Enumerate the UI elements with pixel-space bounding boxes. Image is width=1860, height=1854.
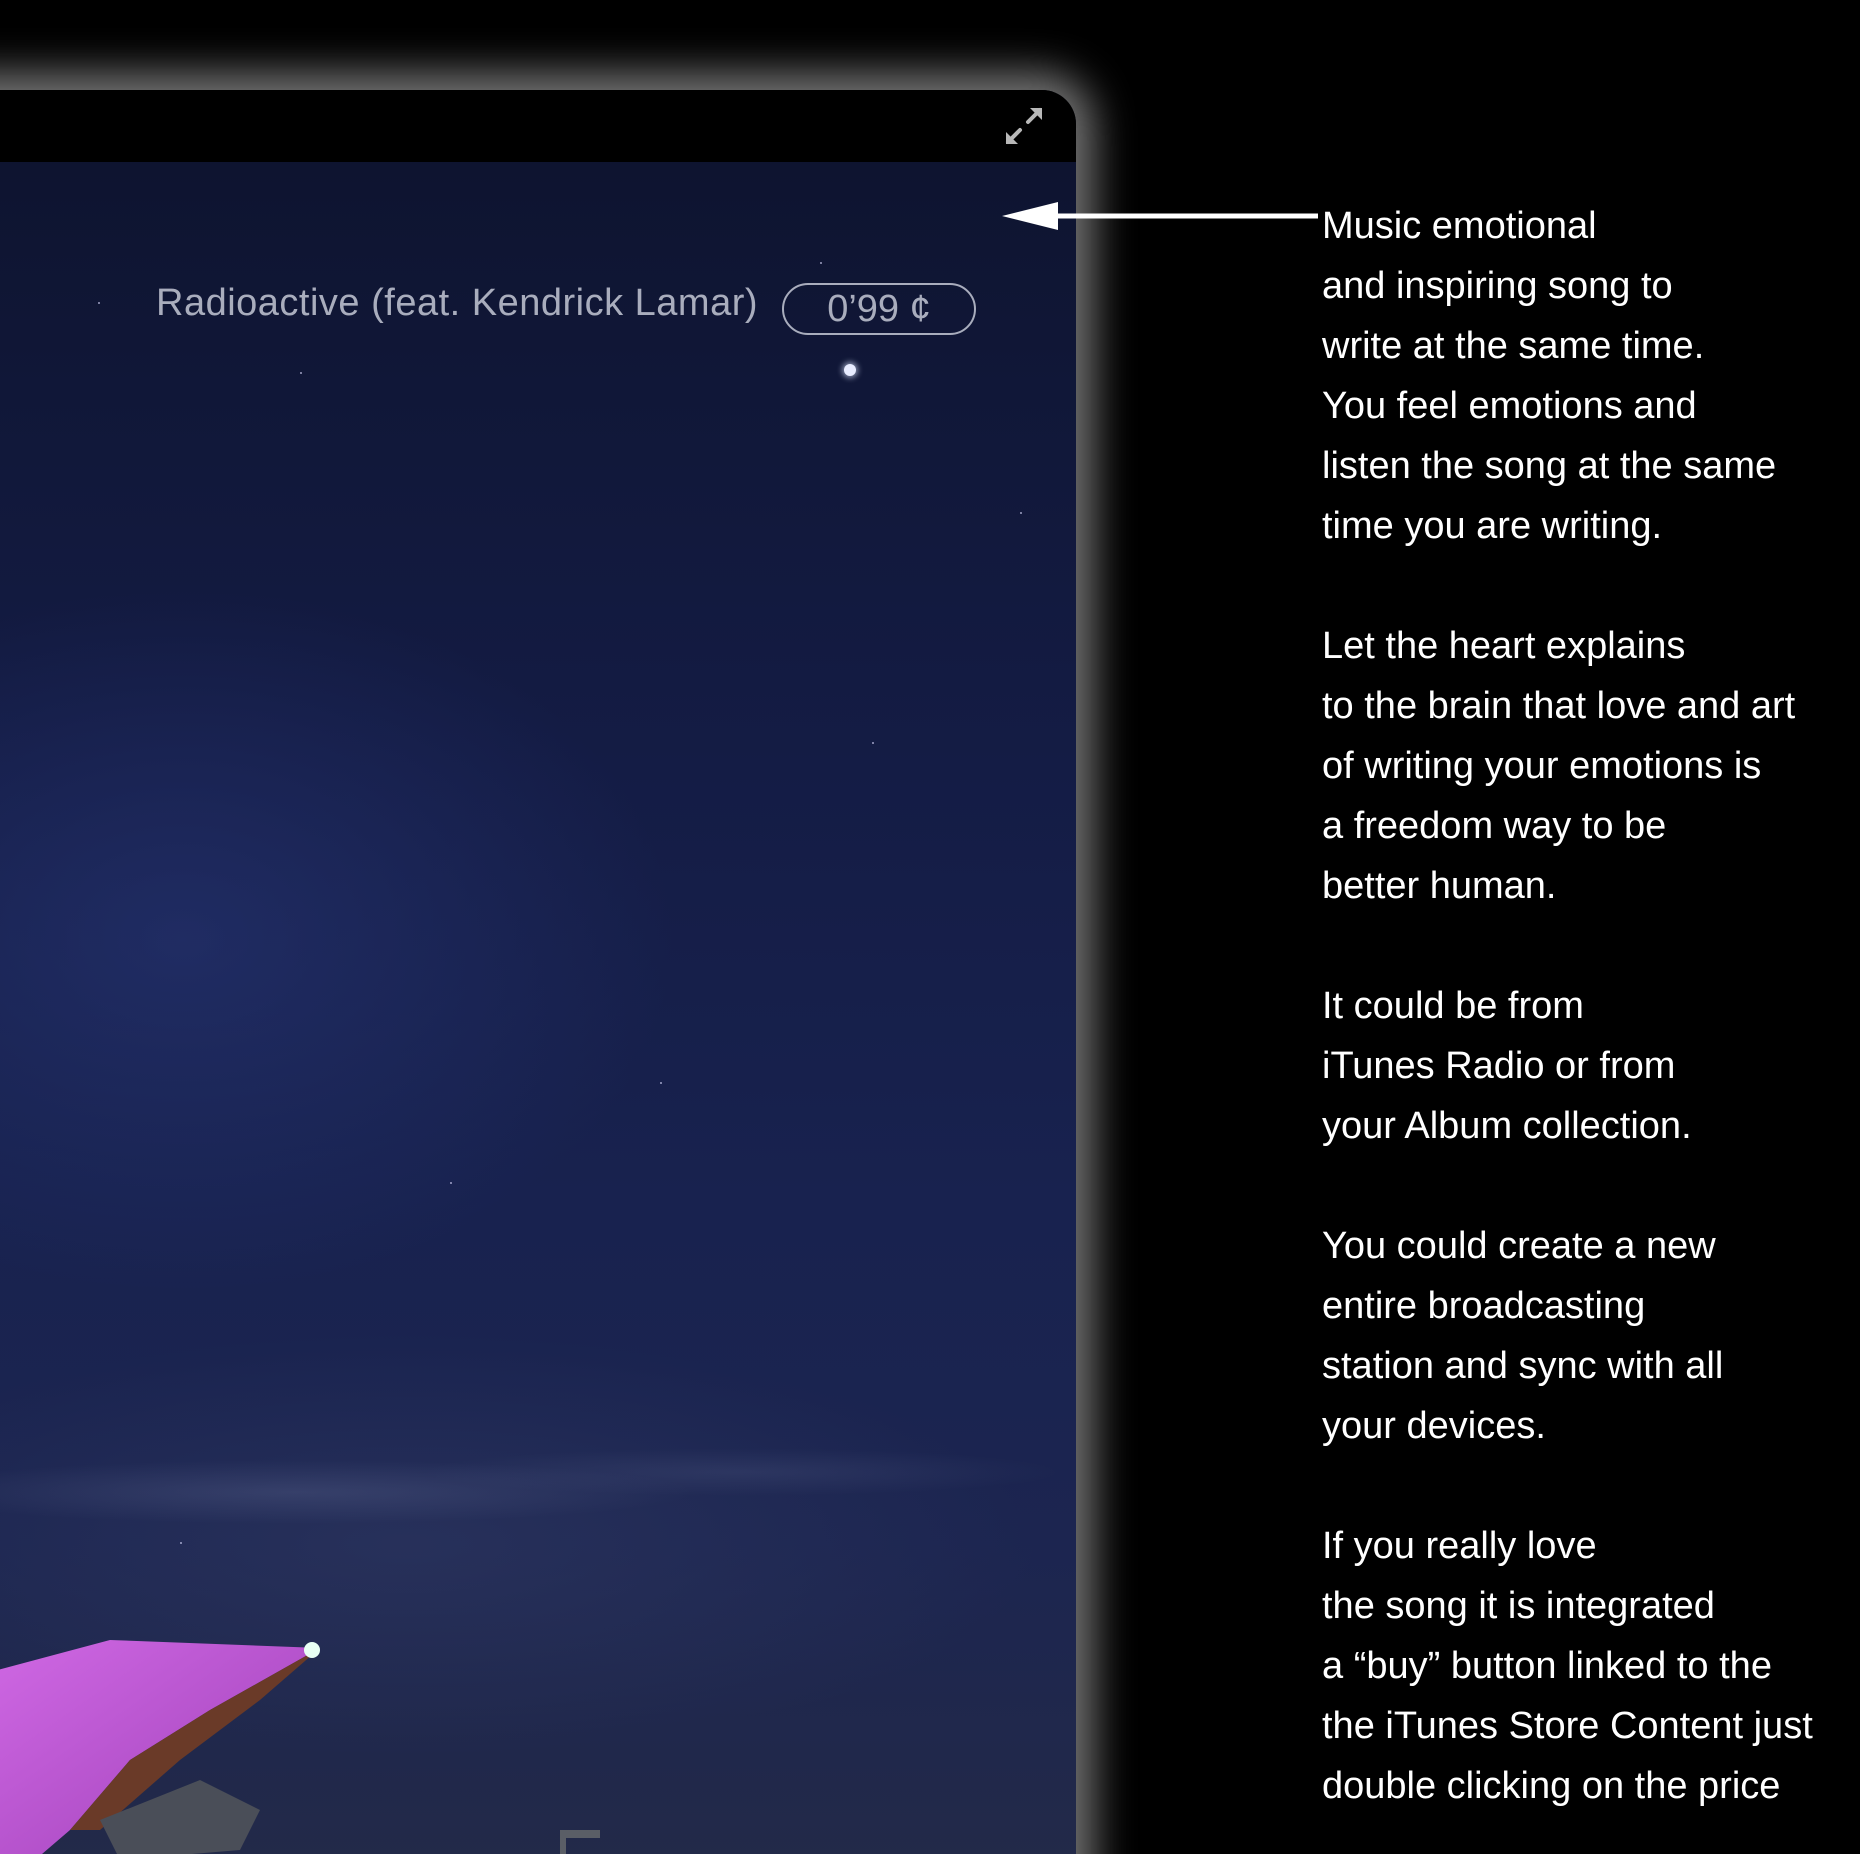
title-bar (0, 90, 1076, 162)
star (450, 1182, 452, 1184)
buy-price-button[interactable]: 0’99 ¢ (782, 283, 976, 335)
star (820, 262, 822, 264)
moon (844, 364, 856, 376)
left-arrow-icon (1002, 202, 1318, 230)
app-window: Radioactive (feat. Kendrick Lamar) 0’99 … (0, 90, 1076, 1854)
annotation-text: Music emotional and inspiring song to wr… (1322, 196, 1852, 1854)
star (660, 1082, 662, 1084)
annotation-paragraph: Music emotional and inspiring song to wr… (1322, 205, 1777, 547)
background-photo (0, 162, 1076, 1854)
star (98, 302, 100, 304)
annotation-paragraph: It could be from iTunes Radio or from yo… (1322, 985, 1692, 1147)
annotation-paragraph: You could create a new entire broadcasti… (1322, 1225, 1724, 1447)
star (300, 372, 302, 374)
annotation-paragraph: If you really love the song it is integr… (1322, 1525, 1813, 1807)
fullscreen-expand-icon[interactable] (1000, 102, 1048, 150)
opera-house-illustration (0, 1640, 600, 1854)
annotation-paragraph: Let the heart explains to the brain that… (1322, 625, 1796, 907)
stage: Radioactive (feat. Kendrick Lamar) 0’99 … (0, 0, 1860, 1854)
star (872, 742, 874, 744)
star (180, 1542, 182, 1544)
song-title: Radioactive (feat. Kendrick Lamar) (156, 282, 759, 324)
star (1020, 512, 1022, 514)
clouds (0, 1392, 1076, 1592)
